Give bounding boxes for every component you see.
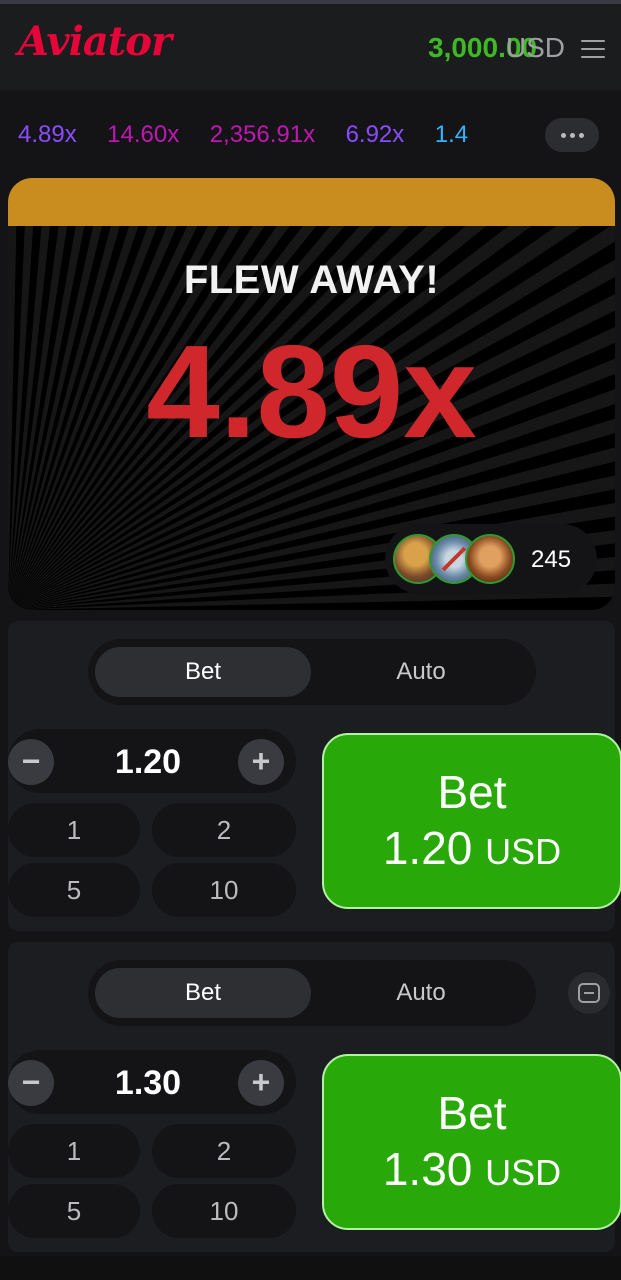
- bet-panel-2: Bet Auto − 1.30 + 1 2 5 10 Bet 1.30 USD: [8, 942, 621, 1252]
- minus-icon[interactable]: −: [8, 1060, 54, 1106]
- hamburger-menu-icon[interactable]: [581, 40, 605, 60]
- player-count: 245: [531, 546, 572, 573]
- app-frame: Aviator 3,000.00 USD 4.89x 14.60x 2,356.…: [0, 0, 621, 1280]
- place-bet-button[interactable]: Bet 1.20 USD: [322, 733, 621, 909]
- dot-icon: [560, 132, 566, 138]
- crash-multiplier: 4.89x: [146, 318, 477, 465]
- bet-amount-stepper: − 1.20 +: [8, 729, 296, 793]
- tab-auto[interactable]: Auto: [313, 968, 529, 1018]
- aviator-logo: Aviator: [18, 18, 172, 65]
- minus-square-icon: [578, 983, 600, 1003]
- bet-button-currency: USD: [485, 1152, 562, 1193]
- history-multiplier[interactable]: 4.89x: [18, 120, 77, 150]
- bet-button-amount: 1.30: [382, 1143, 473, 1195]
- history-multiplier[interactable]: 1.4: [435, 120, 468, 150]
- game-top-bar: [8, 178, 615, 226]
- quick-amount-button[interactable]: 5: [8, 863, 140, 917]
- game-area: FLEW AWAY! 4.89x 245: [8, 178, 615, 610]
- player-avatar: [465, 534, 515, 584]
- history-list: 4.89x 14.60x 2,356.91x 6.92x 1.4: [18, 120, 530, 150]
- bet-button-amount: 1.20: [382, 822, 473, 874]
- bottom-bar: [0, 1256, 621, 1280]
- bet-mode-toggle: Bet Auto: [88, 960, 536, 1026]
- flew-away-text: FLEW AWAY!: [183, 258, 440, 302]
- history-multiplier[interactable]: 6.92x: [346, 120, 405, 150]
- quick-amount-button[interactable]: 2: [152, 1124, 296, 1178]
- dot-icon: [569, 132, 575, 138]
- bet-amount-stepper: − 1.30 +: [8, 1050, 296, 1114]
- quick-amount-button[interactable]: 2: [152, 803, 296, 857]
- bet-panel-1: Bet Auto − 1.20 + 1 2 5 10 Bet 1.20 USD: [8, 621, 621, 931]
- bet-button-currency: USD: [485, 831, 562, 872]
- place-bet-button[interactable]: Bet 1.30 USD: [322, 1054, 621, 1230]
- remove-panel-button[interactable]: [568, 972, 610, 1014]
- bet-amount-input[interactable]: 1.20: [78, 743, 218, 782]
- bet-amount-input[interactable]: 1.30: [78, 1064, 218, 1103]
- bet-mode-toggle: Bet Auto: [88, 639, 536, 705]
- bet-button-label: Bet: [437, 766, 507, 818]
- header: Aviator 3,000.00 USD: [0, 4, 621, 90]
- quick-amount-button[interactable]: 10: [152, 1184, 296, 1238]
- bet-button-label: Bet: [437, 1087, 507, 1139]
- quick-amount-button[interactable]: 5: [8, 1184, 140, 1238]
- plus-icon[interactable]: +: [238, 739, 284, 785]
- tab-auto[interactable]: Auto: [313, 647, 529, 697]
- players-indicator[interactable]: 245: [385, 524, 597, 594]
- minus-icon[interactable]: −: [8, 739, 54, 785]
- quick-amount-button[interactable]: 1: [8, 803, 140, 857]
- bet-button-amount-line: 1.20 USD: [324, 819, 620, 881]
- history-multiplier[interactable]: 14.60x: [107, 120, 179, 150]
- quick-amount-button[interactable]: 10: [152, 863, 296, 917]
- plus-icon[interactable]: +: [238, 1060, 284, 1106]
- tab-bet[interactable]: Bet: [95, 968, 311, 1018]
- quick-amount-button[interactable]: 1: [8, 1124, 140, 1178]
- bet-button-amount-line: 1.30 USD: [324, 1140, 620, 1202]
- history-multiplier[interactable]: 2,356.91x: [210, 120, 315, 150]
- multiplier-history: 4.89x 14.60x 2,356.91x 6.92x 1.4: [0, 94, 621, 174]
- balance-currency: USD: [505, 32, 565, 63]
- dot-icon: [578, 132, 584, 138]
- tab-bet[interactable]: Bet: [95, 647, 311, 697]
- more-history-button[interactable]: [545, 118, 599, 152]
